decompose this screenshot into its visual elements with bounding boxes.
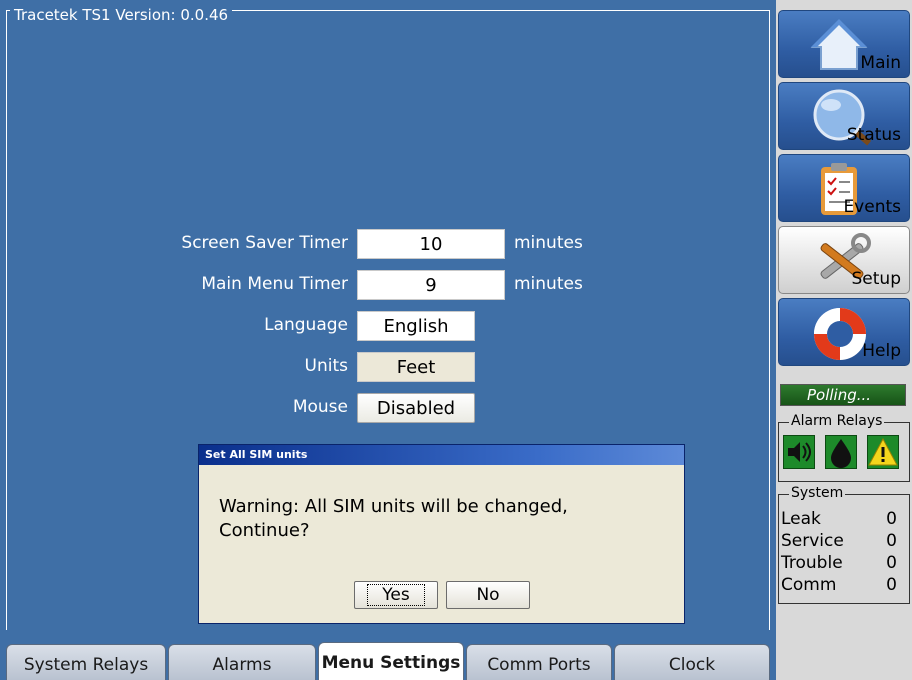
tab-menu-settings[interactable]: Menu Settings <box>318 642 464 680</box>
set-all-sim-units-dialog: Set All SIM units Warning: All SIM units… <box>198 444 685 624</box>
main-menu-timer-label: Main Menu Timer <box>201 274 348 294</box>
nav-main-label: Main <box>860 53 901 73</box>
nav-events-button[interactable]: Events <box>778 154 910 222</box>
mouse-toggle-button[interactable]: Disabled <box>357 393 475 423</box>
system-service-count: 0 <box>886 531 897 551</box>
mouse-label: Mouse <box>292 397 348 417</box>
units-label: Units <box>304 356 348 376</box>
system-comm-label: Comm <box>781 575 837 595</box>
nav-status-label: Status <box>846 125 901 145</box>
tab-alarms[interactable]: Alarms <box>168 644 316 680</box>
system-row-service: Service 0 <box>781 531 905 551</box>
system-leak-label: Leak <box>781 509 821 529</box>
system-title: System <box>789 485 846 501</box>
system-comm-count: 0 <box>886 575 897 595</box>
nav-status-button[interactable]: Status <box>778 82 910 150</box>
language-label: Language <box>264 315 348 335</box>
tab-system-relays[interactable]: System Relays <box>6 644 166 680</box>
system-leak-count: 0 <box>886 509 897 529</box>
system-trouble-label: Trouble <box>781 553 843 573</box>
nav-help-label: Help <box>862 341 901 361</box>
system-row-comm: Comm 0 <box>781 575 905 595</box>
system-trouble-count: 0 <box>886 553 897 573</box>
sidebar: Main Status Events Setup Help Polling...… <box>776 0 912 680</box>
polling-status: Polling... <box>780 384 906 406</box>
system-row-trouble: Trouble 0 <box>781 553 905 573</box>
yes-button-label: Yes <box>367 584 425 606</box>
main-panel: Tracetek TS1 Version: 0.0.46 Screen Save… <box>0 0 776 636</box>
system-service-label: Service <box>781 531 844 551</box>
nav-setup-label: Setup <box>851 269 901 289</box>
yes-button[interactable]: Yes <box>354 581 438 609</box>
screen-saver-timer-label: Screen Saver Timer <box>181 233 348 253</box>
droplet-icon <box>825 435 857 469</box>
tab-bar: System Relays Alarms Menu Settings Comm … <box>6 642 770 680</box>
warning-icon <box>867 435 899 469</box>
dialog-message: Warning: All SIM units will be changed, … <box>219 496 568 541</box>
no-button[interactable]: No <box>446 581 530 609</box>
nav-help-button[interactable]: Help <box>778 298 910 366</box>
language-select[interactable]: English <box>357 311 475 341</box>
tab-comm-ports[interactable]: Comm Ports <box>466 644 612 680</box>
nav-main-button[interactable]: Main <box>778 10 910 78</box>
screen-saver-timer-unit: minutes <box>514 233 583 253</box>
system-group: System Leak 0 Service 0 Trouble 0 Comm 0 <box>778 485 910 604</box>
alarm-relays-title: Alarm Relays <box>789 413 885 429</box>
panel-title: Tracetek TS1 Version: 0.0.46 <box>10 6 233 24</box>
nav-setup-button[interactable]: Setup <box>778 226 910 294</box>
alarm-relays-group: Alarm Relays <box>778 413 910 482</box>
main-menu-timer-input[interactable]: 9 <box>357 270 505 300</box>
tab-clock[interactable]: Clock <box>614 644 770 680</box>
screen-saver-timer-input[interactable]: 10 <box>357 229 505 259</box>
nav-events-label: Events <box>843 197 901 217</box>
dialog-title: Set All SIM units <box>199 445 684 465</box>
units-select[interactable]: Feet <box>357 352 475 382</box>
system-row-leak: Leak 0 <box>781 509 905 529</box>
speaker-icon <box>783 435 815 469</box>
main-menu-timer-unit: minutes <box>514 274 583 294</box>
